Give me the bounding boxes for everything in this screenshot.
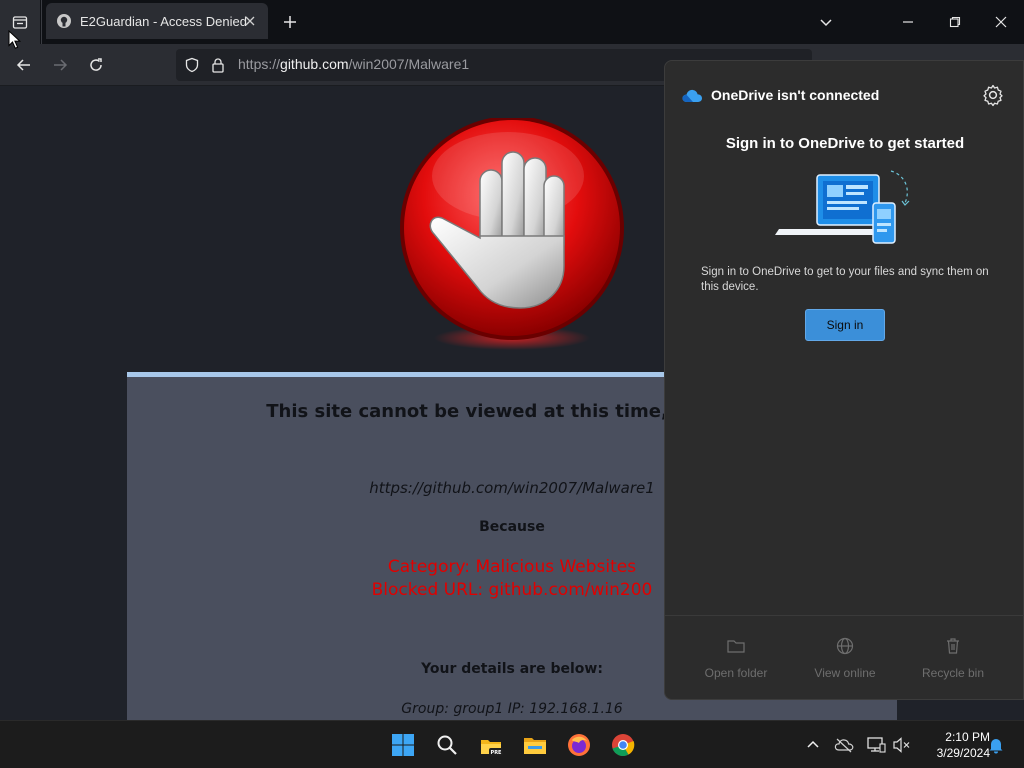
onedrive-offline-icon (834, 738, 854, 753)
firefox-icon (568, 734, 590, 756)
sign-in-button[interactable]: Sign in (805, 309, 885, 341)
laptop-phone-sync-illustration (775, 170, 910, 244)
forward-button[interactable] (49, 54, 71, 76)
chrome-icon (612, 734, 635, 757)
notifications-button[interactable] (986, 735, 1006, 755)
taskbar-search-button[interactable] (433, 731, 461, 759)
search-icon (437, 735, 457, 755)
gear-icon[interactable] (981, 83, 1005, 107)
onedrive-cloud-icon (682, 89, 702, 102)
tab-divider (41, 0, 42, 44)
tab-manager-icon (12, 16, 28, 29)
taskbar-firefox[interactable] (565, 731, 593, 759)
start-button[interactable] (389, 731, 417, 759)
taskbar-file-explorer[interactable] (521, 731, 549, 759)
globe-icon (836, 637, 854, 655)
tab-close-button[interactable] (242, 13, 258, 29)
user-details: Group: group1 IP: 192.168.1.16 (401, 701, 623, 717)
onedrive-tray-button[interactable] (834, 735, 854, 755)
clock-date: 3/29/2024 (936, 746, 990, 760)
plus-icon (284, 16, 296, 28)
open-folder-button[interactable]: Open folder (686, 636, 786, 684)
reload-icon (90, 58, 102, 71)
clock-time: 2:10 PM (945, 730, 990, 744)
arrow-left-icon (16, 59, 30, 71)
chevron-up-icon (807, 740, 819, 748)
onedrive-header: OneDrive isn't connected (665, 61, 1024, 129)
taskbar-files-preview[interactable]: PRE (477, 731, 505, 759)
onedrive-description: Sign in to OneDrive to get to your files… (701, 266, 989, 293)
volume-muted-icon (893, 737, 910, 753)
tab-access-denied[interactable]: E2Guardian - Access Denied (46, 3, 268, 39)
recycle-bin-label: Recycle bin (921, 666, 985, 680)
back-button[interactable] (13, 54, 35, 76)
close-icon (245, 16, 255, 26)
taskbar-chrome[interactable] (609, 731, 637, 759)
onedrive-status-title: OneDrive isn't connected (711, 87, 880, 103)
stop-hand-icon (400, 118, 624, 350)
restore-button[interactable] (945, 12, 965, 32)
folder-icon (727, 640, 745, 653)
close-window-button[interactable] (991, 12, 1011, 32)
tab-bar: E2Guardian - Access Denied (0, 0, 1024, 44)
restore-icon (949, 16, 961, 28)
mouse-cursor-icon (8, 30, 22, 49)
file-explorer-icon (524, 738, 546, 754)
network-monitor-icon (867, 737, 886, 753)
view-online-label: View online (814, 666, 876, 680)
recycle-bin-button[interactable]: Recycle bin (903, 636, 1003, 684)
github-icon (56, 13, 72, 29)
tracking-protection-shield-icon[interactable] (184, 57, 200, 73)
new-tab-button[interactable] (280, 12, 300, 32)
onedrive-heading: Sign in to OneDrive to get started (725, 135, 965, 152)
trash-icon (947, 638, 959, 654)
lock-icon[interactable] (210, 57, 226, 73)
show-hidden-icons-button[interactable] (803, 735, 823, 755)
open-folder-label: Open folder (704, 666, 768, 680)
onedrive-flyout: OneDrive isn't connected Sign in to OneD… (664, 60, 1024, 700)
start-icon (392, 734, 414, 756)
taskbar-clock[interactable]: 2:10 PM 3/29/2024 (920, 729, 990, 761)
view-online-button[interactable]: View online (795, 636, 895, 684)
url-text[interactable]: https://github.com/win2007/Malware1 (238, 56, 469, 72)
chevron-down-icon (820, 19, 832, 27)
minimize-icon (903, 21, 913, 23)
bell-icon (989, 739, 1003, 754)
minimize-button[interactable] (898, 12, 918, 32)
reload-button[interactable] (85, 54, 107, 76)
files-preview-icon: PRE (481, 740, 503, 756)
list-all-tabs-button[interactable] (816, 12, 836, 32)
arrow-right-icon (54, 59, 68, 71)
onedrive-footer: Open folder View online Recycle bin (665, 615, 1024, 701)
tab-title: E2Guardian - Access Denied (80, 13, 247, 29)
svg-text:PRE: PRE (491, 750, 503, 756)
taskbar: PRE 2:10 PM 3/29/2024 (0, 720, 1024, 768)
volume-tray-button[interactable] (892, 735, 912, 755)
network-tray-button[interactable] (866, 735, 886, 755)
close-icon (995, 16, 1007, 28)
